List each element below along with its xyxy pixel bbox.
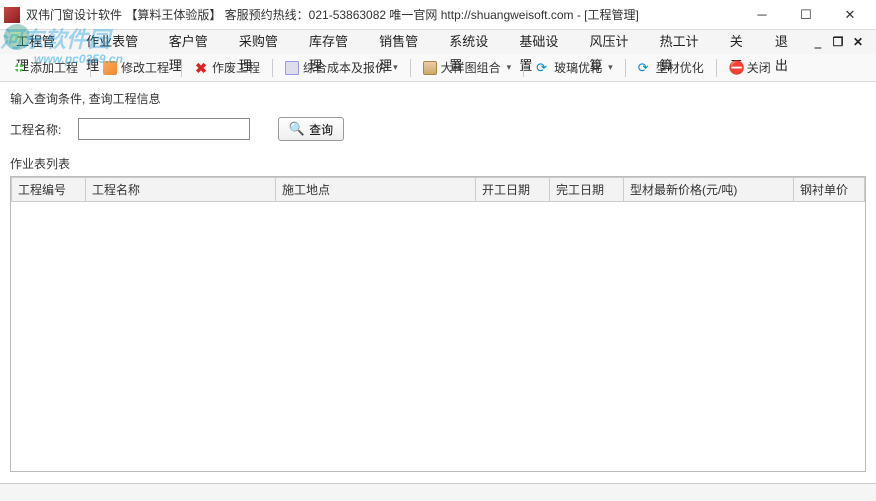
app-icon	[4, 7, 20, 23]
col-start-date[interactable]: 开工日期	[476, 178, 550, 202]
menu-about[interactable]: 关于	[720, 30, 765, 54]
menu-exit[interactable]: 退出	[765, 30, 810, 54]
pattern-combo-label: 大样图组合	[441, 59, 501, 76]
menu-customer[interactable]: 客户管理	[159, 30, 229, 54]
dropdown-icon: ▾	[393, 62, 398, 73]
menu-purchase[interactable]: 采购管理	[229, 30, 299, 54]
close-tab-button[interactable]: ⛔ 关闭	[723, 57, 777, 78]
mdi-close-button[interactable]: ✕	[850, 34, 866, 50]
menu-wind[interactable]: 风压计算	[580, 30, 650, 54]
menu-inventory[interactable]: 库存管理	[299, 30, 369, 54]
project-name-label: 工程名称:	[10, 121, 70, 138]
window-controls: ─ ☐ ✕	[740, 1, 872, 29]
profile-optimize-button[interactable]: ⟳ 型材优化	[632, 57, 710, 78]
col-end-date[interactable]: 完工日期	[550, 178, 624, 202]
void-project-button[interactable]: ✖ 作废工程	[188, 57, 266, 78]
search-icon: 🔍	[289, 121, 305, 137]
mdi-restore-button[interactable]: ❐	[830, 34, 846, 50]
menubar: 工程管理 作业表管理 客户管理 采购管理 库存管理 销售管理 系统设置 基础设置…	[0, 30, 876, 54]
close-button[interactable]: ✕	[828, 1, 872, 29]
refresh-icon: ⟳	[536, 61, 550, 75]
window-titlebar: 双伟门窗设计软件 【算料王体验版】 客服预约热线：021-53863082 唯一…	[0, 0, 876, 30]
menu-basic[interactable]: 基础设置	[509, 30, 579, 54]
add-icon	[12, 61, 26, 75]
menu-sales[interactable]: 销售管理	[369, 30, 439, 54]
glass-optimize-button[interactable]: ⟳ 玻璃优化 ▾	[530, 57, 619, 78]
separator	[625, 59, 626, 77]
document-icon	[285, 61, 299, 75]
col-project-id[interactable]: 工程编号	[12, 178, 86, 202]
profile-optimize-label: 型材优化	[656, 59, 704, 76]
clipboard-icon	[423, 61, 437, 75]
toolbar: 添加工程 修改工程 ✖ 作废工程 综合成本及报价 ▾ 大样图组合 ▾ ⟳ 玻璃优…	[0, 54, 876, 82]
mdi-minimize-button[interactable]: ‗	[810, 34, 826, 50]
table-header-row: 工程编号 工程名称 施工地点 开工日期 完工日期 型材最新价格(元/吨) 钢衬单…	[12, 178, 865, 202]
dropdown-icon: ▾	[608, 62, 613, 73]
content-area: 输入查询条件, 查询工程信息 工程名称: 🔍 查询 作业表列表 工程编号 工程名…	[0, 82, 876, 480]
cost-quote-button[interactable]: 综合成本及报价 ▾	[279, 57, 404, 78]
search-row: 工程名称: 🔍 查询	[10, 117, 866, 141]
search-button-label: 查询	[309, 121, 333, 138]
void-project-label: 作废工程	[212, 59, 260, 76]
pattern-combo-button[interactable]: 大样图组合 ▾	[417, 57, 518, 78]
statusbar	[0, 483, 876, 501]
separator	[272, 59, 273, 77]
close-icon: ⛔	[729, 61, 743, 75]
window-title: 双伟门窗设计软件 【算料王体验版】 客服预约热线：021-53863082 唯一…	[26, 6, 740, 23]
search-button[interactable]: 🔍 查询	[278, 117, 344, 141]
cost-quote-label: 综合成本及报价	[303, 59, 387, 76]
delete-icon: ✖	[194, 61, 208, 75]
edit-project-button[interactable]: 修改工程	[97, 57, 175, 78]
add-project-button[interactable]: 添加工程	[6, 57, 84, 78]
separator	[181, 59, 182, 77]
edit-icon	[103, 61, 117, 75]
separator	[90, 59, 91, 77]
minimize-button[interactable]: ─	[740, 1, 784, 29]
col-project-name[interactable]: 工程名称	[86, 178, 276, 202]
maximize-button[interactable]: ☐	[784, 1, 828, 29]
worksheet-table[interactable]: 工程编号 工程名称 施工地点 开工日期 完工日期 型材最新价格(元/吨) 钢衬单…	[10, 176, 866, 472]
dropdown-icon: ▾	[507, 62, 512, 73]
project-name-input[interactable]	[78, 118, 250, 140]
col-location[interactable]: 施工地点	[276, 178, 476, 202]
glass-optimize-label: 玻璃优化	[554, 59, 602, 76]
close-tab-label: 关闭	[747, 59, 771, 76]
menu-worksheet[interactable]: 作业表管理	[76, 30, 159, 54]
refresh-icon: ⟳	[638, 61, 652, 75]
table-section-label: 作业表列表	[10, 155, 866, 172]
edit-project-label: 修改工程	[121, 59, 169, 76]
menu-system[interactable]: 系统设置	[439, 30, 509, 54]
separator	[523, 59, 524, 77]
separator	[716, 59, 717, 77]
mdi-controls: ‗ ❐ ✕	[810, 34, 870, 50]
watermark-icon	[4, 24, 30, 50]
add-project-label: 添加工程	[30, 59, 78, 76]
separator	[410, 59, 411, 77]
menu-thermal[interactable]: 热工计算	[650, 30, 720, 54]
col-steel-price[interactable]: 钢衬单价	[794, 178, 865, 202]
search-hint: 输入查询条件, 查询工程信息	[10, 90, 866, 107]
col-profile-price[interactable]: 型材最新价格(元/吨)	[624, 178, 794, 202]
